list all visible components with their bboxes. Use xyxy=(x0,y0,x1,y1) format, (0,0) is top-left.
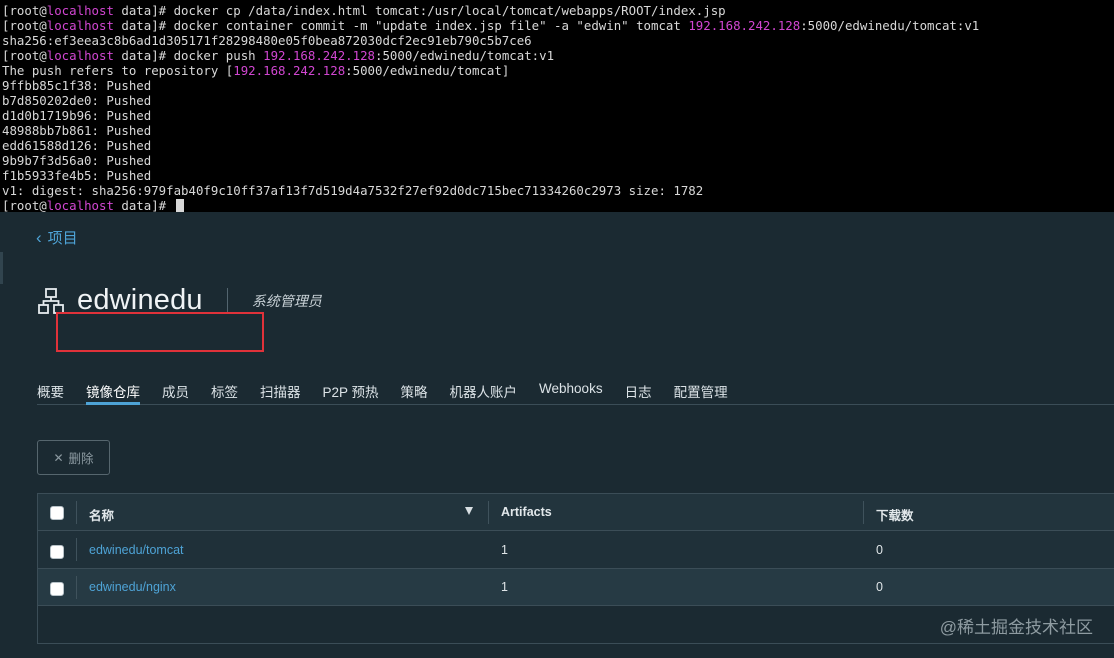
tab-p2p-preheat[interactable]: P2P 预热 xyxy=(323,376,379,404)
column-header-downloads[interactable]: 下载数 xyxy=(876,505,914,524)
terminal-highlight-text: localhost xyxy=(46,198,114,212)
delete-button[interactable]: ✕ 删除 xyxy=(37,440,110,475)
terminal-text: sha256:ef3eea3c8b6ad1d305171f28298480e05… xyxy=(2,33,532,48)
filter-icon[interactable] xyxy=(465,507,473,515)
terminal-text: f1b5933fe4b5: Pushed xyxy=(2,168,152,183)
terminal-text: data]# docker cp /data/index.html tomcat… xyxy=(113,3,726,18)
column-divider xyxy=(76,538,77,561)
terminal-cursor xyxy=(175,199,184,212)
project-title: edwinedu xyxy=(77,284,203,316)
row-checkbox[interactable] xyxy=(50,582,64,596)
tab-labels[interactable]: 标签 xyxy=(211,376,238,404)
tab-members[interactable]: 成员 xyxy=(162,376,189,404)
terminal-text: [root@ xyxy=(2,48,47,63)
terminal-text: d1d0b1719b96: Pushed xyxy=(2,108,152,123)
column-divider xyxy=(76,576,77,599)
terminal-line: v1: digest: sha256:979fab40f9c10ff37af13… xyxy=(2,183,1114,198)
table-row[interactable]: edwinedu/nginx 1 0 xyxy=(38,569,1114,606)
terminal-text: data]# xyxy=(113,198,174,212)
back-label: 项目 xyxy=(47,230,78,247)
download-count: 0 xyxy=(876,543,883,557)
column-divider xyxy=(863,501,864,524)
close-icon: ✕ xyxy=(53,450,64,465)
harbor-project-page: ‹ 项目 edwinedu 系统管理员 概要 镜像仓库 成员 标签 扫描器 P2… xyxy=(0,212,1114,658)
terminal-line: sha256:ef3eea3c8b6ad1d305171f28298480e05… xyxy=(2,33,1114,48)
terminal-line: b7d850202de0: Pushed xyxy=(2,93,1114,108)
tab-logs[interactable]: 日志 xyxy=(625,376,652,404)
column-header-artifacts[interactable]: Artifacts xyxy=(501,505,552,519)
terminal-line: 9b9b7f3d56a0: Pushed xyxy=(2,153,1114,168)
tab-policy[interactable]: 策略 xyxy=(401,376,428,404)
repository-link[interactable]: edwinedu/tomcat xyxy=(89,543,184,557)
terminal-window[interactable]: [root@localhost data]# docker cp /data/i… xyxy=(0,0,1114,212)
watermark-text: @稀土掘金技术社区 xyxy=(939,618,1093,637)
repository-link[interactable]: edwinedu/nginx xyxy=(89,580,176,594)
terminal-line: d1d0b1719b96: Pushed xyxy=(2,108,1114,123)
terminal-line: 9ffbb85c1f38: Pushed xyxy=(2,78,1114,93)
project-role: 系统管理员 xyxy=(251,292,322,309)
terminal-text: :5000/edwinedu/tomcat:v1 xyxy=(375,48,555,63)
terminal-text: v1: digest: sha256:979fab40f9c10ff37af13… xyxy=(2,183,704,198)
terminal-text: 48988bb7b861: Pushed xyxy=(2,123,152,138)
select-all-checkbox[interactable] xyxy=(50,506,64,520)
terminal-line: [root@localhost data]# docker push 192.1… xyxy=(2,48,1114,63)
table-header-row: 名称 Artifacts 下载数 xyxy=(38,494,1114,531)
terminal-highlight-text: 192.168.242.128 xyxy=(233,63,346,78)
terminal-line: [root@localhost data]# xyxy=(2,198,1114,212)
project-network-icon xyxy=(38,287,64,314)
terminal-text: [root@ xyxy=(2,18,47,33)
project-header: edwinedu 系统管理员 xyxy=(37,284,322,317)
artifacts-count: 1 xyxy=(501,543,508,557)
column-divider xyxy=(76,501,77,524)
delete-button-label: 删除 xyxy=(68,452,94,466)
terminal-line: [root@localhost data]# docker cp /data/i… xyxy=(2,3,1114,18)
terminal-highlight-text: 192.168.242.128 xyxy=(688,18,801,33)
column-header-name[interactable]: 名称 xyxy=(89,505,114,524)
terminal-text: The push refers to repository [ xyxy=(2,63,234,78)
terminal-text: :5000/edwinedu/tomcat:v1 xyxy=(800,18,980,33)
tab-summary[interactable]: 概要 xyxy=(37,376,64,404)
terminal-highlight-text: localhost xyxy=(46,18,114,33)
terminal-text: 9ffbb85c1f38: Pushed xyxy=(2,78,152,93)
tab-configuration[interactable]: 配置管理 xyxy=(674,376,728,404)
terminal-line: The push refers to repository [192.168.2… xyxy=(2,63,1114,78)
sidebar-edge xyxy=(0,252,3,284)
tab-repositories[interactable]: 镜像仓库 xyxy=(86,376,140,405)
chevron-left-icon: ‹ xyxy=(36,227,42,247)
terminal-highlight-text: localhost xyxy=(46,3,114,18)
row-checkbox[interactable] xyxy=(50,545,64,559)
download-count: 0 xyxy=(876,580,883,594)
terminal-line: 48988bb7b861: Pushed xyxy=(2,123,1114,138)
terminal-line: edd61588d126: Pushed xyxy=(2,138,1114,153)
terminal-line: f1b5933fe4b5: Pushed xyxy=(2,168,1114,183)
terminal-text: [root@ xyxy=(2,3,47,18)
terminal-text: :5000/edwinedu/tomcat] xyxy=(345,63,510,78)
terminal-line: [root@localhost data]# docker container … xyxy=(2,18,1114,33)
terminal-text: edd61588d126: Pushed xyxy=(2,138,152,153)
terminal-text: data]# docker push xyxy=(113,48,264,63)
terminal-highlight-text: 192.168.242.128 xyxy=(263,48,376,63)
terminal-text: b7d850202de0: Pushed xyxy=(2,93,152,108)
project-tabs: 概要 镜像仓库 成员 标签 扫描器 P2P 预热 策略 机器人账户 Webhoo… xyxy=(37,376,1114,405)
terminal-text: 9b9b7f3d56a0: Pushed xyxy=(2,153,152,168)
tab-scanner[interactable]: 扫描器 xyxy=(260,376,301,404)
table-row[interactable]: edwinedu/tomcat 1 0 xyxy=(38,531,1114,569)
terminal-text: data]# docker container commit -m "updat… xyxy=(113,18,689,33)
column-divider xyxy=(488,501,489,524)
back-to-projects-link[interactable]: ‹ 项目 xyxy=(36,227,78,248)
tab-robot-accounts[interactable]: 机器人账户 xyxy=(450,376,518,404)
terminal-text: [root@ xyxy=(2,198,47,212)
tab-webhooks[interactable]: Webhooks xyxy=(539,376,603,404)
artifacts-count: 1 xyxy=(501,580,508,594)
header-divider xyxy=(226,287,228,314)
terminal-highlight-text: localhost xyxy=(46,48,114,63)
